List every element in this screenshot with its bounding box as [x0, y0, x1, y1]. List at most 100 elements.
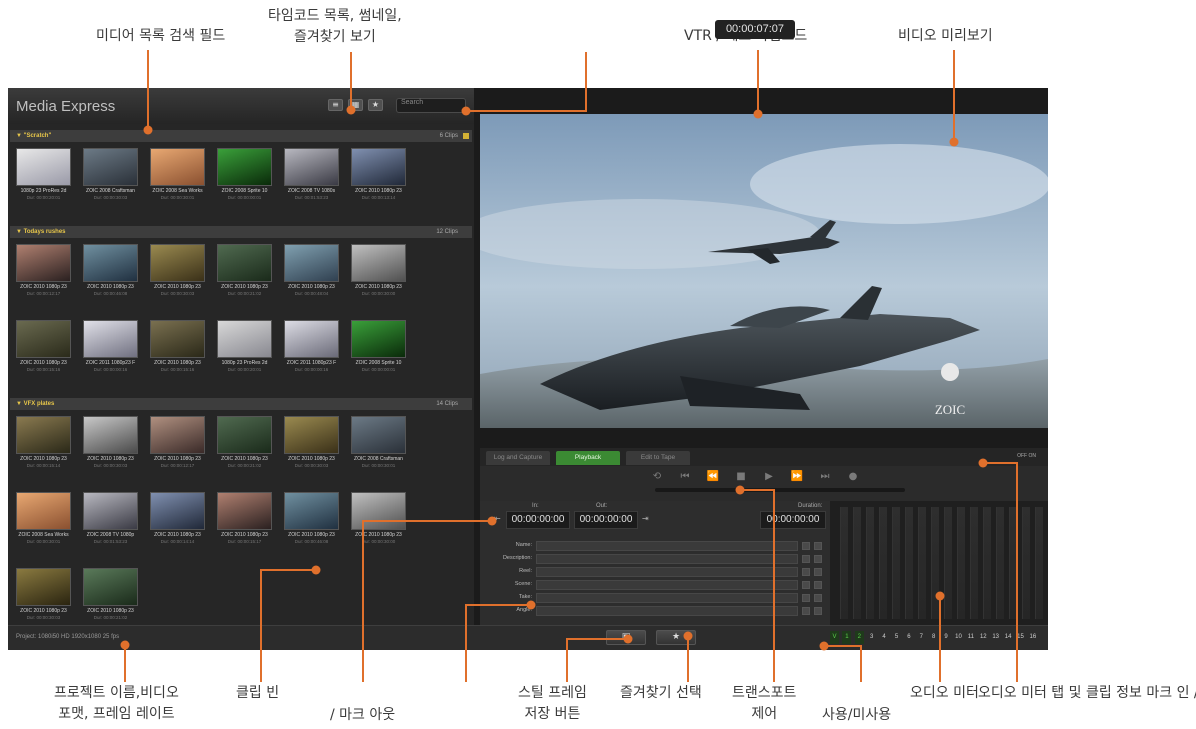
clip-thumbnail[interactable]: ZOIC 2008 Sprite 10 Dur: 00:00:00:01	[345, 320, 412, 380]
clip-thumbnail[interactable]: ZOIC 2010 1080p 23 Dur: 00:00:21:02	[211, 416, 278, 476]
clip-thumbnail[interactable]: ZOIC 2010 1080p 23 Dur: 00:00:15:14	[10, 416, 77, 476]
field-lock-icon[interactable]	[814, 568, 822, 576]
clip-thumbnail[interactable]: ZOIC 2008 TV 1080p Dur: 00:01:53:23	[77, 492, 144, 552]
field-increment-icon[interactable]	[802, 581, 810, 589]
field-increment-icon[interactable]	[802, 607, 810, 615]
clip-image	[217, 244, 272, 282]
clip-thumbnail[interactable]: ZOIC 2010 1080p 23 Dur: 00:00:15:17	[211, 492, 278, 552]
channel-toggle[interactable]: 6	[904, 631, 913, 644]
channel-toggle[interactable]: 13	[991, 631, 1000, 644]
channel-toggle[interactable]: 3	[867, 631, 876, 644]
clip-thumbnail[interactable]: ZOIC 2010 1080p 23 Dur: 00:00:12:17	[10, 244, 77, 304]
clip-thumbnail[interactable]: ZOIC 2010 1080p 23 Dur: 00:00:21:02	[211, 244, 278, 304]
channel-toggle[interactable]: 7	[917, 631, 926, 644]
metadata-field[interactable]	[536, 567, 798, 577]
metadata-field[interactable]	[536, 554, 798, 564]
mark-out-icon[interactable]: ⇥	[642, 514, 649, 523]
clip-thumbnail[interactable]: 1080p 23 ProRes 2d Dur: 00:00:20:01	[10, 148, 77, 208]
rewind-icon[interactable]: ⏪	[706, 471, 720, 482]
off-on-toggle[interactable]: OFF ON	[1017, 453, 1036, 459]
field-increment-icon[interactable]	[802, 594, 810, 602]
clip-thumbnail[interactable]: ZOIC 2008 Sea Works Dur: 00:00:30:01	[144, 148, 211, 208]
channel-toggle[interactable]: 4	[880, 631, 889, 644]
clip-image	[150, 148, 205, 186]
channel-toggle[interactable]: 16	[1028, 631, 1037, 644]
leader-dot	[311, 565, 321, 575]
record-icon[interactable]: ●	[846, 471, 860, 482]
field-lock-icon[interactable]	[814, 581, 822, 589]
list-view-icon[interactable]: ≡	[328, 99, 343, 111]
channel-toggle[interactable]: 1	[842, 631, 852, 644]
clip-thumbnail[interactable]: ZOIC 2010 1080p 23 Dur: 00:00:30:00	[345, 492, 412, 552]
clip-thumbnail[interactable]: ZOIC 2011 1080p23 F Dur: 00:00:00:16	[77, 320, 144, 380]
disclosure-triangle-icon[interactable]: ▼	[16, 229, 24, 235]
clip-name: ZOIC 2010 1080p 23	[288, 532, 335, 538]
field-increment-icon[interactable]	[802, 542, 810, 550]
channel-toggle[interactable]: 12	[979, 631, 988, 644]
clip-duration: Dur: 00:00:12:17	[26, 291, 61, 296]
channel-toggle[interactable]: 14	[1004, 631, 1013, 644]
out-timecode[interactable]: 00:00:00:00	[574, 511, 638, 529]
bin-header[interactable]: ▼ "Scratch" 6 Clips	[10, 130, 472, 142]
play-icon[interactable]: ▶	[762, 471, 776, 482]
field-lock-icon[interactable]	[814, 594, 822, 602]
clip-thumbnail[interactable]: ZOIC 2010 1080p 23 Dur: 00:00:46:08	[278, 492, 345, 552]
jump-start-icon[interactable]: ⏮	[678, 471, 692, 482]
disclosure-triangle-icon[interactable]: ▼	[16, 401, 24, 407]
metadata-field[interactable]	[536, 606, 798, 616]
clip-thumbnail[interactable]: ZOIC 2010 1080p 23 Dur: 00:00:15:16	[144, 320, 211, 380]
clip-thumbnail[interactable]: ZOIC 2010 1080p 23 Dur: 00:00:46:08	[77, 244, 144, 304]
channel-toggle[interactable]: 5	[892, 631, 901, 644]
in-timecode[interactable]: 00:00:00:00	[506, 511, 570, 529]
clip-image	[16, 148, 71, 186]
channel-toggle[interactable]: 10	[954, 631, 963, 644]
channel-toggle[interactable]: 8	[929, 631, 938, 644]
clip-thumbnail[interactable]: ZOIC 2008 Craftsman Dur: 00:00:30:01	[345, 416, 412, 476]
clip-thumbnail[interactable]: ZOIC 2010 1080p 23 Dur: 00:00:30:03	[278, 416, 345, 476]
tab-playback[interactable]: Playback	[556, 451, 620, 465]
search-input[interactable]: Search	[396, 98, 466, 113]
bin-header[interactable]: ▼ VFX plates 14 Clips	[10, 398, 472, 410]
channel-toggle[interactable]: V	[830, 631, 839, 644]
disclosure-triangle-icon[interactable]: ▼	[16, 133, 24, 139]
stop-icon[interactable]: ■	[734, 471, 748, 482]
clip-thumbnail[interactable]: ZOIC 2010 1080p 23 Dur: 00:00:30:03	[144, 244, 211, 304]
field-lock-icon[interactable]	[814, 555, 822, 563]
channel-toggle[interactable]: 11	[966, 631, 975, 644]
audio-meter-channel	[840, 507, 848, 619]
favorites-view-icon[interactable]: ★	[368, 99, 383, 111]
field-increment-icon[interactable]	[802, 555, 810, 563]
tab-edit-to-tape[interactable]: Edit to Tape	[626, 451, 690, 465]
clip-thumbnail[interactable]: ZOIC 2008 Craftsman Dur: 00:00:30:03	[77, 148, 144, 208]
loop-icon[interactable]: ⟲	[650, 471, 664, 482]
metadata-field[interactable]	[536, 580, 798, 590]
clip-thumbnail[interactable]: ZOIC 2010 1080p 23 Dur: 00:00:30:03	[10, 568, 77, 623]
clip-thumbnail[interactable]: ZOIC 2008 Sea Works Dur: 00:00:30:01	[10, 492, 77, 552]
jump-end-icon[interactable]: ⏭	[818, 471, 832, 482]
fast-forward-icon[interactable]: ⏩	[790, 471, 804, 482]
clip-thumbnail[interactable]: ZOIC 2010 1080p 23 Dur: 00:00:21:02	[77, 568, 144, 623]
clip-thumbnail[interactable]: ZOIC 2010 1080p 23 Dur: 00:00:14:14	[144, 492, 211, 552]
metadata-field[interactable]	[536, 541, 798, 551]
clip-thumbnail[interactable]: ZOIC 2010 1080p 23 Dur: 00:00:12:17	[144, 416, 211, 476]
field-lock-icon[interactable]	[814, 542, 822, 550]
field-lock-icon[interactable]	[814, 607, 822, 615]
clip-thumbnail[interactable]: ZOIC 2008 Sprite 10 Dur: 00:00:00:01	[211, 148, 278, 208]
field-increment-icon[interactable]	[802, 568, 810, 576]
metadata-field[interactable]	[536, 593, 798, 603]
clip-thumbnail[interactable]: 1080p 23 ProRes 2d Dur: 00:00:20:01	[211, 320, 278, 380]
clip-thumbnail[interactable]: ZOIC 2010 1080p 23 Dur: 00:00:30:03	[77, 416, 144, 476]
jog-shuttle-bar[interactable]	[655, 488, 905, 492]
bin-header[interactable]: ▼ Todays rushes 12 Clips	[10, 226, 472, 238]
clip-thumbnail[interactable]: ZOIC 2011 1080p23 F Dur: 00:00:00:16	[278, 320, 345, 380]
bin-clip-count: 14 Clips	[436, 401, 458, 407]
tab-log-and-capture[interactable]: Log and Capture	[486, 451, 550, 465]
clip-thumbnail[interactable]: ZOIC 2008 TV 1080s Dur: 00:01:53:23	[278, 148, 345, 208]
clip-thumbnail[interactable]: ZOIC 2010 1080p 23 Dur: 00:00:48:04	[278, 244, 345, 304]
channel-toggle[interactable]: 9	[942, 631, 951, 644]
clip-thumbnail[interactable]: ZOIC 2010 1080p 23 Dur: 00:00:13:14	[345, 148, 412, 208]
clip-thumbnail[interactable]: ZOIC 2010 1080p 23 Dur: 00:00:30:00	[345, 244, 412, 304]
channel-toggle[interactable]: 2	[854, 631, 864, 644]
clip-thumbnail[interactable]: ZOIC 2010 1080p 23 Dur: 00:00:15:16	[10, 320, 77, 380]
leader-preview	[953, 50, 955, 142]
